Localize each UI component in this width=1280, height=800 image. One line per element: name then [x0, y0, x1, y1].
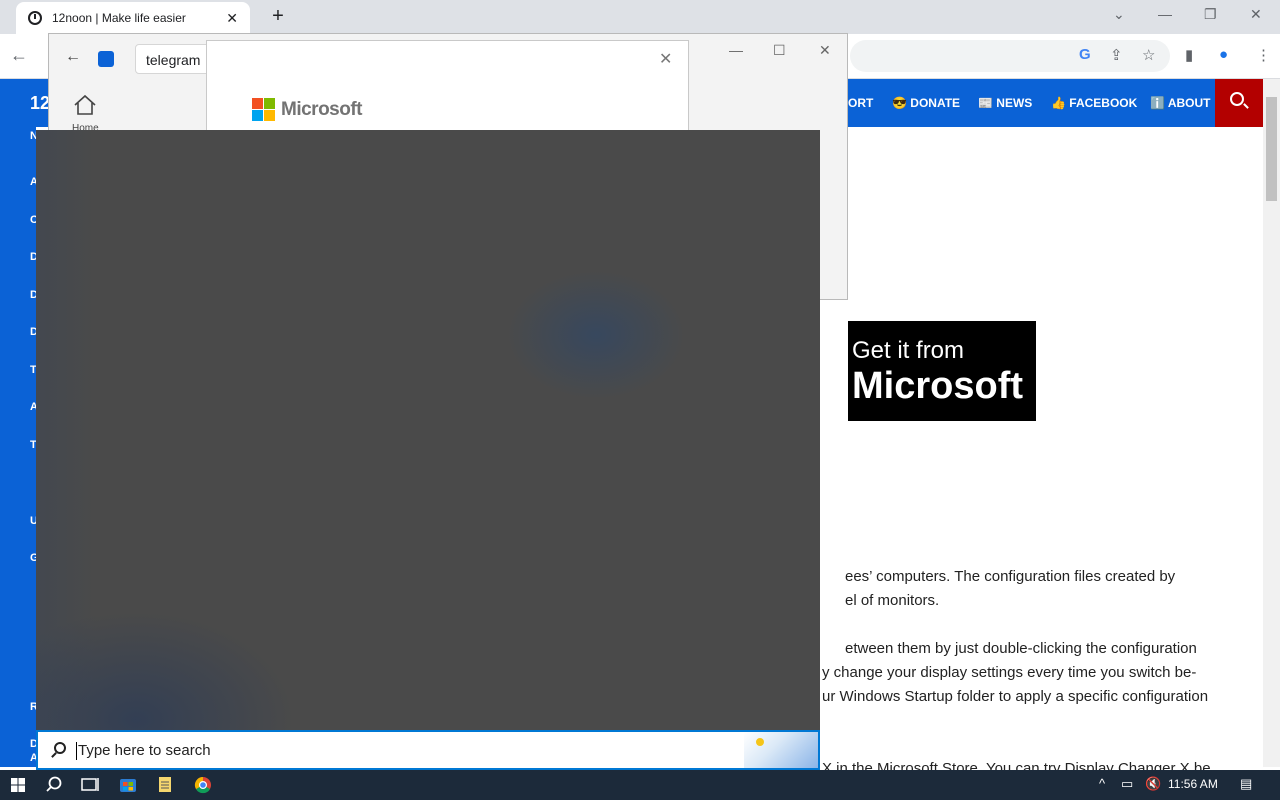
share-icon[interactable]: ⇪ — [1110, 46, 1123, 64]
sun-icon — [756, 738, 764, 746]
network-icon[interactable]: ▭ — [1121, 776, 1133, 792]
tab-title: 12noon | Make life easier — [52, 11, 186, 25]
store-minimize-button[interactable]: — — [729, 42, 743, 58]
nav-donate[interactable]: 😎 DONATE — [892, 96, 960, 110]
chrome-menu-icon[interactable]: ⋮ — [1256, 46, 1271, 64]
article-text: ur Windows Startup folder to apply a spe… — [822, 688, 1209, 705]
side-panel-icon[interactable]: ▮ — [1185, 46, 1193, 64]
notification-center-icon[interactable]: ▤ — [1240, 776, 1252, 792]
notepad-icon[interactable] — [147, 770, 183, 800]
page-scrollbar[interactable] — [1263, 79, 1280, 767]
chrome-icon[interactable] — [185, 770, 221, 800]
browser-back-button[interactable]: ← — [10, 45, 28, 66]
scrollbar-thumb[interactable] — [1266, 97, 1277, 201]
site-sidebar: N A C D D D T A T U G R D A — [0, 127, 39, 767]
windows-search-box[interactable]: Type here to search — [36, 730, 820, 770]
browser-restore-button[interactable]: ❐ — [1204, 6, 1217, 23]
store-close-button[interactable]: ✕ — [819, 42, 831, 59]
nav-news[interactable]: 📰 NEWS — [978, 96, 1032, 110]
site-favicon-icon — [28, 11, 42, 25]
badge-line-2: Microsoft — [852, 365, 1023, 407]
home-icon[interactable] — [73, 94, 97, 116]
new-tab-button[interactable]: + — [266, 5, 290, 29]
tray-overflow-icon[interactable]: ^ — [1099, 776, 1105, 791]
taskbar-clock[interactable]: 11:56 AM — [1168, 777, 1218, 791]
task-view-icon[interactable] — [72, 770, 108, 800]
store-back-button[interactable]: ← — [65, 48, 81, 66]
microsoft-wordmark: Microsoft — [281, 99, 363, 120]
browser-close-button[interactable]: ✕ — [1250, 6, 1262, 23]
flyout-glow — [506, 270, 686, 400]
windows-start-icon[interactable] — [0, 770, 36, 800]
nav-facebook[interactable]: 👍 FACEBOOK — [1051, 96, 1137, 110]
article-text: el of monitors. — [845, 592, 940, 609]
microsoft-logo-icon — [252, 98, 275, 121]
nav-about[interactable]: ℹ️ ABOUT — [1150, 96, 1211, 110]
article-text: etween them by just double-clicking the … — [845, 640, 1197, 657]
taskbar-search-icon[interactable] — [36, 770, 72, 800]
store-bag-icon — [98, 51, 114, 67]
microsoft-store-taskbar-icon[interactable] — [110, 770, 146, 800]
google-icon[interactable]: G — [1079, 46, 1091, 63]
tab-close-icon[interactable]: ✕ — [226, 10, 238, 27]
article-text: y change your display settings every tim… — [822, 664, 1197, 681]
flyout-glow — [36, 610, 296, 730]
browser-tabstrip: 12noon | Make life easier ✕ + ⌄ — ❐ ✕ — [0, 0, 1280, 34]
volume-muted-icon[interactable]: 🔇 — [1145, 776, 1161, 792]
tab-search-icon[interactable]: ⌄ — [1113, 6, 1125, 23]
profile-avatar-icon[interactable]: ● — [1219, 46, 1228, 63]
store-maximize-button[interactable]: ☐ — [773, 42, 786, 59]
microsoft-dialog: ✕ Microsoft — [206, 40, 689, 140]
nav-support[interactable]: ORT — [848, 96, 873, 110]
windows-search-flyout — [36, 130, 820, 730]
search-icon — [1230, 92, 1244, 106]
browser-minimize-button[interactable]: — — [1158, 6, 1172, 22]
article-text: ees’ computers. The configuration files … — [845, 568, 1176, 585]
search-placeholder: Type here to search — [78, 742, 211, 759]
badge-line-1: Get it from — [852, 337, 965, 364]
text-caret — [76, 742, 77, 760]
bookmark-star-icon[interactable]: ☆ — [1142, 46, 1155, 64]
windows-taskbar: ^ ▭ 🔇 11:56 AM ▤ — [0, 770, 1280, 800]
site-search-button[interactable] — [1215, 79, 1263, 127]
dialog-close-button[interactable]: ✕ — [659, 49, 672, 69]
search-highlight-illustration[interactable] — [744, 732, 818, 768]
browser-tab[interactable]: 12noon | Make life easier ✕ — [16, 2, 250, 34]
search-icon — [54, 742, 66, 754]
get-it-from-microsoft-badge[interactable]: Get it from Microsoft — [848, 321, 1036, 421]
